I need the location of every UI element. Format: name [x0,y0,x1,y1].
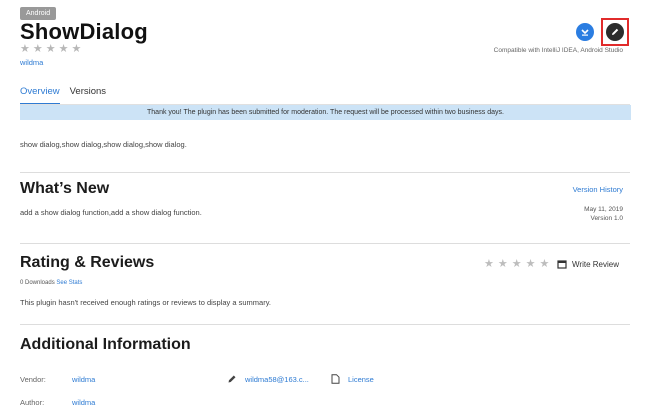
review-stars[interactable]: ★ ★ ★ ★ ★ [484,259,549,270]
star-icon: ★ [32,43,43,55]
release-info: May 11, 2019 Version 1.0 [584,205,623,223]
edit-button[interactable] [606,23,624,41]
tab-overview[interactable]: Overview [20,86,60,105]
edit-highlight [601,18,629,46]
star-icon: ★ [58,43,69,55]
star-icon: ★ [71,43,82,55]
download-button[interactable] [576,23,594,41]
whats-new-heading: What’s New [20,180,110,197]
section-divider [20,172,630,173]
license-link[interactable]: License [348,375,374,384]
calendar-icon [557,260,567,269]
vendor-email[interactable]: wildma58@163.c... [227,374,309,384]
star-icon[interactable]: ★ [484,259,494,270]
star-icon: ★ [20,43,30,55]
author-label: Author: [20,398,45,407]
see-stats-link[interactable]: See Stats [56,280,82,286]
author-value-link[interactable]: wildma [72,398,95,407]
write-review-button[interactable]: Write Review [557,259,619,269]
release-version: Version 1.0 [590,215,623,222]
downloads-text: 0 Downloads [20,280,55,286]
section-divider [20,243,630,244]
star-icon[interactable]: ★ [526,259,536,270]
star-icon[interactable]: ★ [540,259,550,270]
tab-bar: Overview Versions [20,86,106,105]
star-icon[interactable]: ★ [512,259,522,270]
vendor-value-link[interactable]: wildma [72,375,95,384]
ratings-summary: This plugin hasn't received enough ratin… [20,298,271,307]
compatibility-text: Compatible with IntelliJ IDEA, Android S… [493,47,623,54]
moderation-banner: Thank you! The plugin has been submitted… [20,105,631,120]
additional-info-heading: Additional Information [20,336,191,353]
section-divider [20,324,630,325]
pencil-icon [228,375,236,383]
rating-stars: ★ ★ ★ ★ ★ [20,44,81,55]
plugin-title: ShowDialog [20,19,148,44]
vendor-link[interactable]: wildma [20,58,43,67]
tab-versions[interactable]: Versions [70,86,106,105]
rating-reviews-heading: Rating & Reviews [20,254,155,271]
plugin-description: show dialog,show dialog,show dialog,show… [20,140,187,149]
star-icon: ★ [45,43,56,55]
pencil-icon [612,28,619,35]
whats-new-text: add a show dialog function,add a show di… [20,208,202,217]
document-icon [331,374,340,384]
email-link[interactable]: wildma58@163.c... [245,375,309,384]
license[interactable]: License [331,374,374,384]
downloads-count: 0 Downloads See Stats [20,280,82,286]
download-icon [581,29,589,36]
star-icon[interactable]: ★ [498,259,508,270]
release-date: May 11, 2019 [584,206,623,213]
version-history-link[interactable]: Version History [573,185,623,194]
write-review-label: Write Review [572,259,619,269]
vendor-label: Vendor: [20,375,46,384]
